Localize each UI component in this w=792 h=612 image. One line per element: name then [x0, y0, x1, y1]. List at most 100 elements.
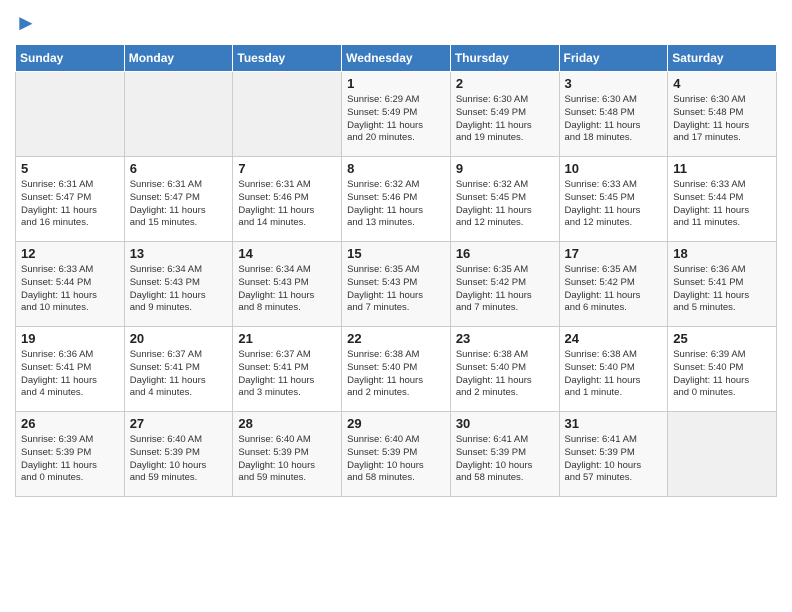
day-number: 29	[347, 416, 445, 431]
calendar-cell: 28Sunrise: 6:40 AM Sunset: 5:39 PM Dayli…	[233, 412, 342, 497]
day-number: 14	[238, 246, 336, 261]
weekday-header: Wednesday	[342, 45, 451, 72]
day-info: Sunrise: 6:33 AM Sunset: 5:44 PM Dayligh…	[673, 179, 771, 230]
calendar-cell: 30 Sunrise: 6:41 AM Sunset: 5:39 PM Dayli…	[450, 412, 559, 497]
day-info: Sunrise: 6:38 AM Sunset: 5:40 PM Dayligh…	[456, 349, 554, 400]
weekday-header: Saturday	[668, 45, 777, 72]
day-number: 13	[130, 246, 228, 261]
calendar-cell: 24 Sunrise: 6:38 AM Sunset: 5:40 PM Dayli…	[559, 327, 668, 412]
calendar-week-row: 19 Sunrise: 6:36 AM Sunset: 5:41 PM Dayli…	[16, 327, 777, 412]
day-number: 18	[673, 246, 771, 261]
calendar-cell: 6 Sunrise: 6:31 AM Sunset: 5:47 PM Daylig…	[124, 157, 233, 242]
weekday-header: Monday	[124, 45, 233, 72]
calendar-cell: 23 Sunrise: 6:38 AM Sunset: 5:40 PM Dayli…	[450, 327, 559, 412]
weekday-header: Thursday	[450, 45, 559, 72]
day-info: Sunrise: 6:32 AM Sunset: 5:46 PM Dayligh…	[347, 179, 445, 230]
day-number: 26	[21, 416, 119, 431]
calendar-cell: 17Sunrise: 6:35 AM Sunset: 5:42 PM Dayli…	[559, 242, 668, 327]
calendar-cell: 26 Sunrise: 6:39 AM Sunset: 5:39 PM Dayli…	[16, 412, 125, 497]
day-info: Sunrise: 6:30 AM Sunset: 5:49 PM Dayligh…	[456, 94, 554, 145]
calendar-cell: 9 Sunrise: 6:32 AM Sunset: 5:45 PM Daylig…	[450, 157, 559, 242]
day-number: 4	[673, 76, 771, 91]
day-number: 22	[347, 331, 445, 346]
day-number: 16	[456, 246, 554, 261]
day-number: 24	[565, 331, 663, 346]
day-info: Sunrise: 6:31 AM Sunset: 5:47 PM Dayligh…	[21, 179, 119, 230]
calendar-cell	[668, 412, 777, 497]
day-info: Sunrise: 6:30 AM Sunset: 5:48 PM Dayligh…	[565, 94, 663, 145]
day-number: 15	[347, 246, 445, 261]
day-number: 25	[673, 331, 771, 346]
calendar-week-row: 12 Sunrise: 6:33 AM Sunset: 5:44 PM Dayli…	[16, 242, 777, 327]
calendar-cell: 21Sunrise: 6:37 AM Sunset: 5:41 PM Dayli…	[233, 327, 342, 412]
day-number: 6	[130, 161, 228, 176]
calendar-cell: 1 Sunrise: 6:29 AM Sunset: 5:49 PM Daylig…	[342, 72, 451, 157]
day-number: 20	[130, 331, 228, 346]
calendar-cell: 12 Sunrise: 6:33 AM Sunset: 5:44 PM Dayli…	[16, 242, 125, 327]
calendar-cell	[16, 72, 125, 157]
calendar-cell: 5 Sunrise: 6:31 AM Sunset: 5:47 PM Daylig…	[16, 157, 125, 242]
day-info: Sunrise: 6:39 AM Sunset: 5:40 PM Dayligh…	[673, 349, 771, 400]
calendar-cell: 29 Sunrise: 6:40 AM Sunset: 5:39 PM Dayli…	[342, 412, 451, 497]
day-number: 30	[456, 416, 554, 431]
calendar-cell	[233, 72, 342, 157]
logo: ►	[15, 10, 37, 36]
calendar-cell: 11 Sunrise: 6:33 AM Sunset: 5:44 PM Dayli…	[668, 157, 777, 242]
day-info: Sunrise: 6:31 AM Sunset: 5:47 PM Dayligh…	[130, 179, 228, 230]
day-number: 9	[456, 161, 554, 176]
weekday-header: Friday	[559, 45, 668, 72]
day-number: 27	[130, 416, 228, 431]
day-info: Sunrise: 6:41 AM Sunset: 5:39 PM Dayligh…	[565, 434, 663, 485]
day-number: 11	[673, 161, 771, 176]
calendar-cell: 15 Sunrise: 6:35 AM Sunset: 5:43 PM Dayli…	[342, 242, 451, 327]
day-info: Sunrise: 6:29 AM Sunset: 5:49 PM Dayligh…	[347, 94, 445, 145]
day-number: 3	[565, 76, 663, 91]
calendar-cell: 31Sunrise: 6:41 AM Sunset: 5:39 PM Dayli…	[559, 412, 668, 497]
day-info: Sunrise: 6:41 AM Sunset: 5:39 PM Dayligh…	[456, 434, 554, 485]
calendar-cell: 27 Sunrise: 6:40 AM Sunset: 5:39 PM Dayli…	[124, 412, 233, 497]
day-info: Sunrise: 6:40 AM Sunset: 5:39 PM Dayligh…	[347, 434, 445, 485]
day-info: Sunrise: 6:40 AM Sunset: 5:39 PM Dayligh…	[130, 434, 228, 485]
day-info: Sunrise: 6:30 AM Sunset: 5:48 PM Dayligh…	[673, 94, 771, 145]
day-number: 17	[565, 246, 663, 261]
calendar-cell: 8Sunrise: 6:32 AM Sunset: 5:46 PM Daylig…	[342, 157, 451, 242]
day-info: Sunrise: 6:33 AM Sunset: 5:45 PM Dayligh…	[565, 179, 663, 230]
calendar-table: SundayMondayTuesdayWednesdayThursdayFrid…	[15, 44, 777, 497]
day-info: Sunrise: 6:36 AM Sunset: 5:41 PM Dayligh…	[673, 264, 771, 315]
calendar-cell: 16 Sunrise: 6:35 AM Sunset: 5:42 PM Dayli…	[450, 242, 559, 327]
calendar-cell: 10Sunrise: 6:33 AM Sunset: 5:45 PM Dayli…	[559, 157, 668, 242]
weekday-header: Sunday	[16, 45, 125, 72]
calendar-header-row: SundayMondayTuesdayWednesdayThursdayFrid…	[16, 45, 777, 72]
weekday-header: Tuesday	[233, 45, 342, 72]
day-info: Sunrise: 6:34 AM Sunset: 5:43 PM Dayligh…	[238, 264, 336, 315]
day-info: Sunrise: 6:37 AM Sunset: 5:41 PM Dayligh…	[130, 349, 228, 400]
calendar-cell	[124, 72, 233, 157]
page-header: ►	[15, 10, 777, 36]
day-info: Sunrise: 6:32 AM Sunset: 5:45 PM Dayligh…	[456, 179, 554, 230]
day-number: 5	[21, 161, 119, 176]
day-info: Sunrise: 6:40 AM Sunset: 5:39 PM Dayligh…	[238, 434, 336, 485]
calendar-cell: 14 Sunrise: 6:34 AM Sunset: 5:43 PM Dayli…	[233, 242, 342, 327]
calendar-cell: 18 Sunrise: 6:36 AM Sunset: 5:41 PM Dayli…	[668, 242, 777, 327]
day-info: Sunrise: 6:35 AM Sunset: 5:42 PM Dayligh…	[456, 264, 554, 315]
calendar-cell: 22 Sunrise: 6:38 AM Sunset: 5:40 PM Dayli…	[342, 327, 451, 412]
day-info: Sunrise: 6:38 AM Sunset: 5:40 PM Dayligh…	[565, 349, 663, 400]
day-info: Sunrise: 6:36 AM Sunset: 5:41 PM Dayligh…	[21, 349, 119, 400]
day-number: 1	[347, 76, 445, 91]
day-number: 19	[21, 331, 119, 346]
day-info: Sunrise: 6:35 AM Sunset: 5:43 PM Dayligh…	[347, 264, 445, 315]
day-info: Sunrise: 6:39 AM Sunset: 5:39 PM Dayligh…	[21, 434, 119, 485]
day-number: 23	[456, 331, 554, 346]
calendar-cell: 4 Sunrise: 6:30 AM Sunset: 5:48 PM Daylig…	[668, 72, 777, 157]
calendar-cell: 19 Sunrise: 6:36 AM Sunset: 5:41 PM Dayli…	[16, 327, 125, 412]
day-info: Sunrise: 6:34 AM Sunset: 5:43 PM Dayligh…	[130, 264, 228, 315]
calendar-week-row: 5 Sunrise: 6:31 AM Sunset: 5:47 PM Daylig…	[16, 157, 777, 242]
day-number: 12	[21, 246, 119, 261]
day-number: 2	[456, 76, 554, 91]
day-info: Sunrise: 6:31 AM Sunset: 5:46 PM Dayligh…	[238, 179, 336, 230]
calendar-cell: 7Sunrise: 6:31 AM Sunset: 5:46 PM Daylig…	[233, 157, 342, 242]
day-info: Sunrise: 6:38 AM Sunset: 5:40 PM Dayligh…	[347, 349, 445, 400]
calendar-week-row: 1 Sunrise: 6:29 AM Sunset: 5:49 PM Daylig…	[16, 72, 777, 157]
calendar-cell: 2 Sunrise: 6:30 AM Sunset: 5:49 PM Daylig…	[450, 72, 559, 157]
day-info: Sunrise: 6:33 AM Sunset: 5:44 PM Dayligh…	[21, 264, 119, 315]
